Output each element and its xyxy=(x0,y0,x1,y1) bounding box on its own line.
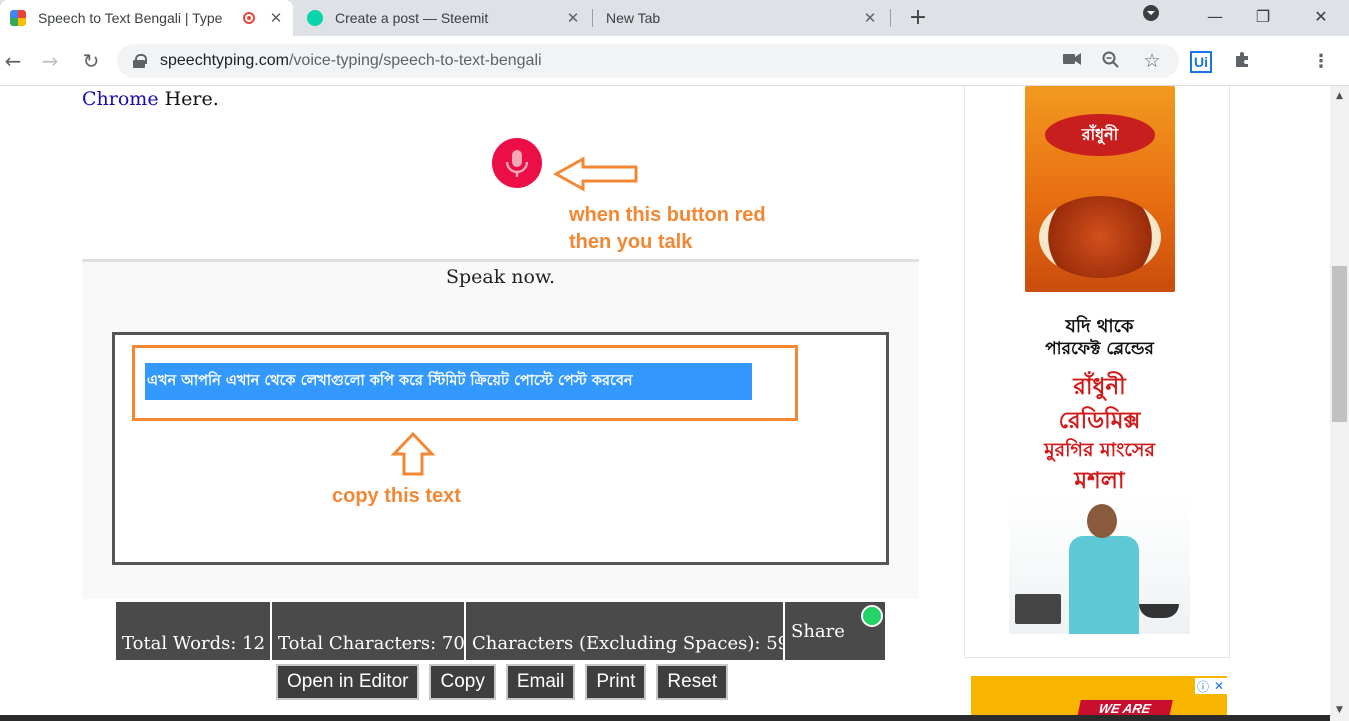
characters-excluding-spaces-stat: Characters (Excluding Spaces): 59 xyxy=(464,602,789,660)
annotation-copy-hint: copy this text xyxy=(332,485,461,507)
steemit-favicon-icon xyxy=(307,10,323,26)
speak-now-status: Speak now. xyxy=(445,266,556,288)
tab-strip: Speech to Text Bengali | Type ✕ Create a… xyxy=(0,0,1349,36)
ad-close-icon[interactable]: ✕ xyxy=(1211,679,1227,693)
zoom-icon[interactable] xyxy=(1100,51,1122,71)
ad-person-image xyxy=(1009,496,1190,634)
spice-advertisement[interactable]: রাঁধুনী যদি থাকে পারফেক্ট ব্লেন্ডের রাঁধ… xyxy=(1009,86,1190,634)
transcribed-text-selection[interactable]: এখন আপনি এখান থেকে লেখাগুলো কপি করে স্টি… xyxy=(145,363,752,400)
open-in-editor-button[interactable]: Open in Editor xyxy=(276,664,420,700)
page-content: Chrome Here. when this button red then y… xyxy=(0,86,1330,721)
scroll-down-arrow-icon[interactable]: ▼ xyxy=(1330,702,1349,719)
tab-close-icon[interactable]: ✕ xyxy=(265,9,287,27)
ad-controls: ⓘ ✕ xyxy=(1195,678,1227,694)
restore-icon[interactable]: ❐ xyxy=(1248,4,1278,30)
tab-separator xyxy=(890,9,891,27)
browser-window: Speech to Text Bengali | Type ✕ Create a… xyxy=(0,0,1349,721)
back-arrow-icon[interactable]: ← xyxy=(0,48,26,74)
uipath-extension-icon[interactable]: Ui xyxy=(1190,51,1212,73)
share-button[interactable]: Share xyxy=(783,602,885,660)
ad-headline-2: পারফেক্ট ব্লেন্ডের xyxy=(1045,339,1154,359)
extensions-puzzle-icon[interactable] xyxy=(1231,51,1253,73)
lock-icon xyxy=(133,54,147,68)
microphone-button[interactable] xyxy=(492,138,542,188)
microphone-icon xyxy=(505,150,529,177)
url-text[interactable]: speechtyping.com/voice-typing/speech-to-… xyxy=(160,52,542,70)
action-buttons: Open in Editor Copy Email Print Reset xyxy=(276,664,729,700)
whatsapp-icon[interactable] xyxy=(861,605,883,627)
tab-steemit[interactable]: Create a post — Steemit ✕ xyxy=(297,0,590,36)
reload-icon[interactable]: ↻ xyxy=(78,48,104,74)
annotation-arrow-up-icon xyxy=(390,431,436,476)
recording-indicator-icon xyxy=(243,12,255,24)
profile-menu-icon[interactable] xyxy=(1136,4,1166,30)
new-tab-plus-icon[interactable]: + xyxy=(905,6,931,32)
text-statistics-bar: Total Words: 12 Total Characters: 70 Cha… xyxy=(116,602,885,660)
ad-brand-logo: রাঁধুনী xyxy=(1045,114,1155,156)
share-label: Share xyxy=(791,620,845,642)
tab-separator xyxy=(592,9,593,27)
tab-title: New Tab xyxy=(606,10,661,26)
adchoices-icon[interactable]: ⓘ xyxy=(1195,678,1211,695)
email-button[interactable]: Email xyxy=(505,664,576,700)
browser-toolbar: ← → ↻ speechtyping.com/voice-typing/spee… xyxy=(0,36,1349,86)
scrollbar-thumb[interactable] xyxy=(1332,266,1347,422)
print-button[interactable]: Print xyxy=(585,664,647,700)
copy-button[interactable]: Copy xyxy=(429,664,496,700)
browser-menu-icon[interactable]: ⋮ xyxy=(1310,51,1332,73)
minimize-icon[interactable]: — xyxy=(1200,4,1230,30)
total-words-stat: Total Words: 12 xyxy=(116,602,270,660)
chrome-link[interactable]: Chrome xyxy=(82,88,159,110)
taskbar-edge xyxy=(0,715,1330,721)
chrome-instruction-line: Chrome Here. xyxy=(82,88,219,110)
tab-title: Speech to Text Bengali | Type xyxy=(38,10,223,26)
camera-icon[interactable] xyxy=(1061,51,1083,71)
reset-button[interactable]: Reset xyxy=(656,664,729,700)
window-close-icon[interactable]: ✕ xyxy=(1306,4,1336,30)
spice-box-image: রাঁধুনী xyxy=(1025,86,1175,292)
tab-speech-to-text[interactable]: Speech to Text Bengali | Type ✕ xyxy=(0,0,293,36)
annotation-mic-hint: when this button red then you talk xyxy=(569,204,766,253)
chicken-dish-image xyxy=(1039,196,1161,278)
tab-new-tab[interactable]: New Tab ✕ xyxy=(594,0,887,36)
tab-close-icon[interactable]: ✕ xyxy=(562,9,584,27)
total-characters-stat: Total Characters: 70 xyxy=(270,602,465,660)
tab-title: Create a post — Steemit xyxy=(335,10,489,26)
page-scrollbar[interactable]: ▲ ▼ xyxy=(1330,86,1349,721)
annotation-arrow-left-icon xyxy=(553,156,638,192)
forward-arrow-icon[interactable]: → xyxy=(37,48,63,74)
address-bar[interactable]: speechtyping.com/voice-typing/speech-to-… xyxy=(117,44,1179,78)
bookmark-star-icon[interactable]: ☆ xyxy=(1141,51,1163,71)
speechtyping-favicon-icon xyxy=(10,10,26,26)
scroll-up-arrow-icon[interactable]: ▲ xyxy=(1330,88,1349,105)
tab-close-icon[interactable]: ✕ xyxy=(859,9,881,27)
